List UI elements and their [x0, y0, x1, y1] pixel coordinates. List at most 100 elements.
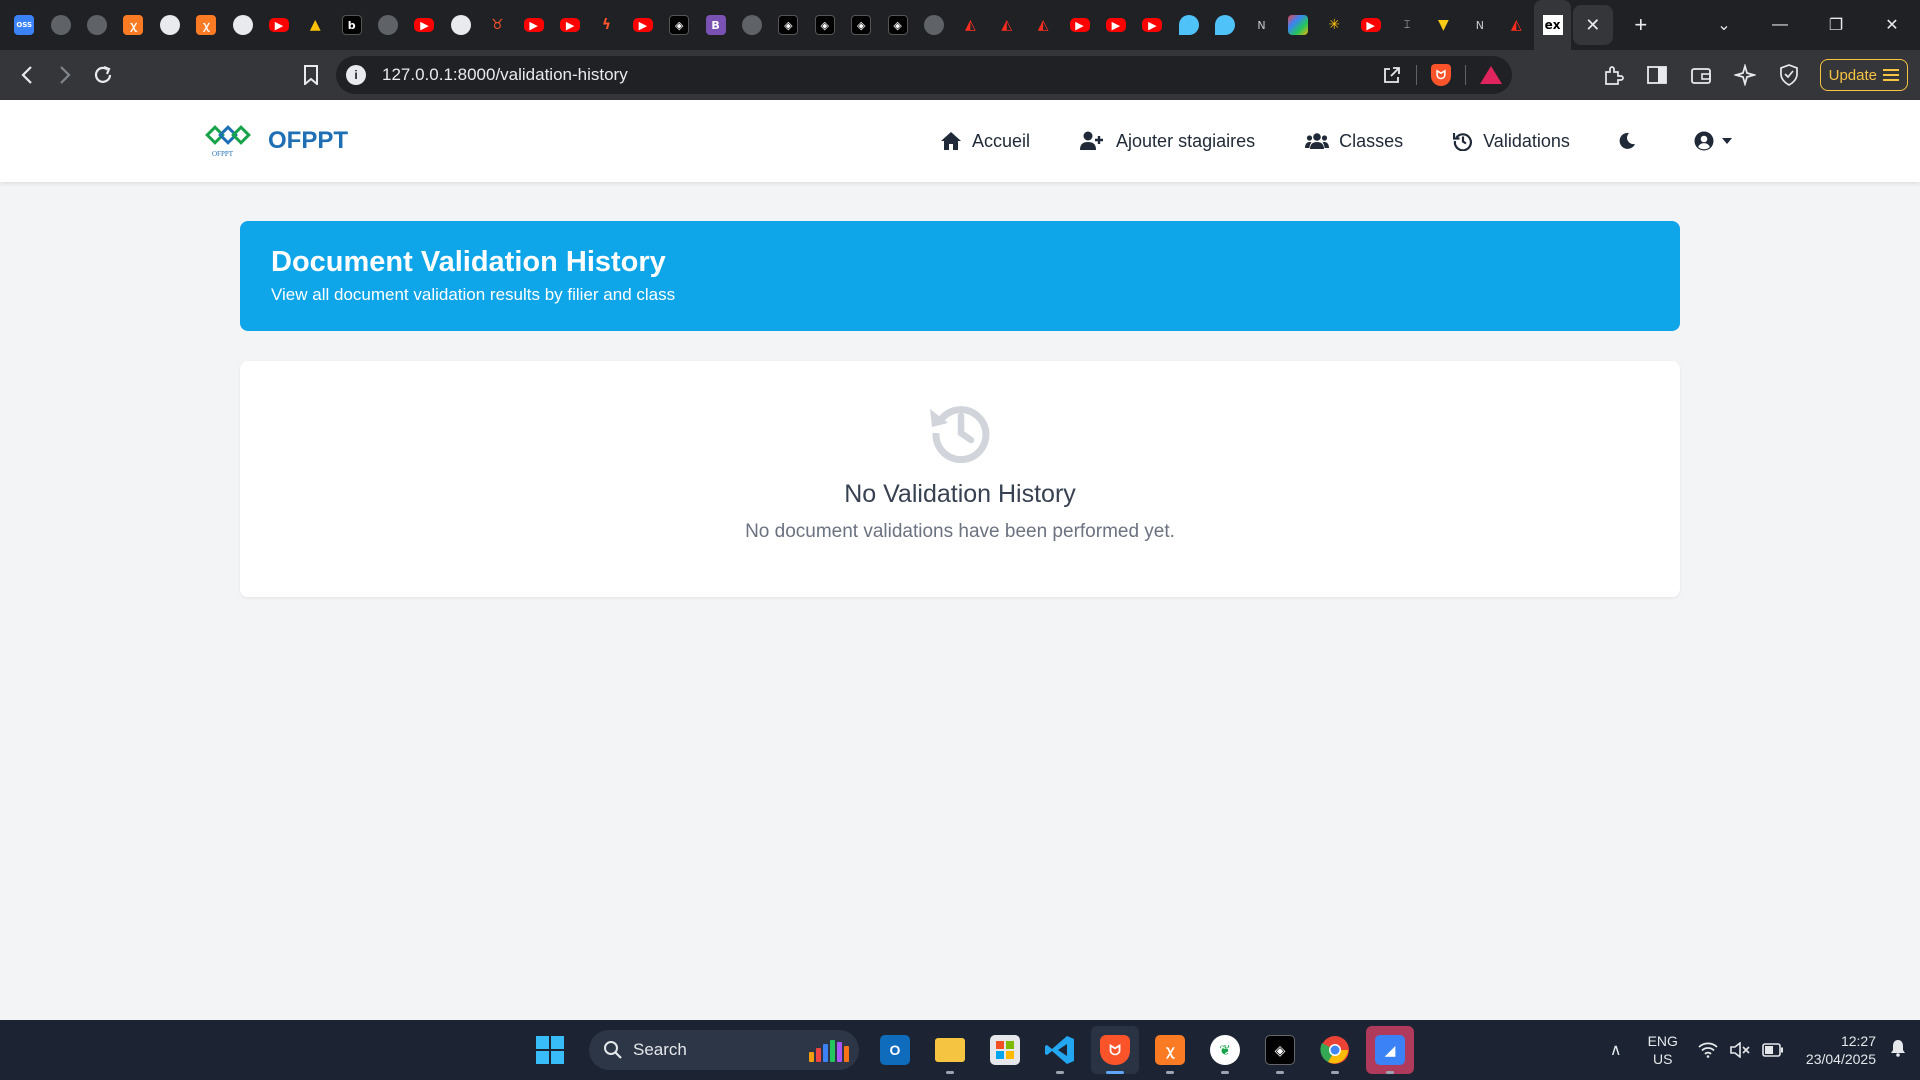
chevron-up-icon[interactable]: ∧ [1610, 1040, 1622, 1060]
browser-tab[interactable]: ▶ [406, 0, 442, 50]
browser-tab[interactable] [1207, 0, 1243, 50]
brave-app[interactable]: ᗢ [1091, 1026, 1139, 1074]
browser-tab[interactable]: ϟ [588, 0, 624, 50]
close-tab-button[interactable]: ✕ [1572, 5, 1613, 45]
browser-tab[interactable]: ♉ [479, 0, 515, 50]
browser-tab[interactable] [79, 0, 115, 50]
browser-tab[interactable] [224, 0, 260, 50]
browser-tab[interactable]: ꭓ [115, 0, 151, 50]
browser-tab[interactable]: ▶ [552, 0, 588, 50]
laravel-icon: ◭ [1001, 17, 1013, 33]
address-bar[interactable]: i 127.0.0.1:8000/validation-history ᗢ [336, 56, 1512, 94]
browser-tab[interactable]: ▶ [1134, 0, 1170, 50]
user-circle-icon [1694, 131, 1714, 151]
browser-tab[interactable] [42, 0, 78, 50]
browser-tab[interactable]: ▶ [515, 0, 551, 50]
start-button[interactable] [526, 1026, 574, 1074]
leo-ai-icon[interactable] [1726, 56, 1764, 94]
minimize-button[interactable]: — [1752, 0, 1808, 50]
browser-tab[interactable] [916, 0, 952, 50]
mongodb-app[interactable]: ❦ [1201, 1026, 1249, 1074]
brave-shields-icon[interactable]: ᗢ [1431, 64, 1451, 86]
terminal-app[interactable]: ◈ [1256, 1026, 1304, 1074]
theme-toggle-button[interactable] [1618, 132, 1636, 150]
clock[interactable]: 12:27 23/04/2025 [1806, 1032, 1876, 1068]
nav-validations[interactable]: Validations [1453, 131, 1570, 152]
browser-tab[interactable]: OSS [6, 0, 42, 50]
youtube-icon: ▶ [1360, 18, 1381, 32]
nav-add-trainees[interactable]: Ajouter stagiaires [1080, 131, 1255, 152]
browser-tab[interactable]: ▶ [261, 0, 297, 50]
browser-tab[interactable]: ◭ [1025, 0, 1061, 50]
update-button[interactable]: Update [1819, 59, 1908, 91]
browser-tab[interactable]: ꭓ [188, 0, 224, 50]
browser-tab[interactable]: ▶ [625, 0, 661, 50]
browser-tab[interactable]: ▼ [1425, 0, 1461, 50]
nav-home[interactable]: Accueil [940, 131, 1030, 152]
browser-tab[interactable] [1280, 0, 1316, 50]
browser-tab[interactable] [370, 0, 406, 50]
browser-tab[interactable]: ⌶ [1389, 0, 1425, 50]
outlook-app[interactable]: O [871, 1026, 919, 1074]
xampp-app[interactable]: ꭓ [1146, 1026, 1194, 1074]
browser-tab[interactable]: ◈ [770, 0, 806, 50]
restore-button[interactable]: ❐ [1808, 0, 1864, 50]
chrome-app[interactable] [1311, 1026, 1359, 1074]
browser-tab[interactable] [1171, 0, 1207, 50]
site-navbar: OFPPT OFPPT Accueil Ajouter stagiaires C… [0, 100, 1920, 182]
address-url[interactable]: 127.0.0.1:8000/validation-history [382, 65, 628, 85]
browser-tab[interactable]: ▶ [1098, 0, 1134, 50]
running-indicator [1166, 1071, 1174, 1074]
browser-tab[interactable]: ◭ [1498, 0, 1534, 50]
browser-tab[interactable]: ◈ [843, 0, 879, 50]
quick-settings[interactable] [1698, 1042, 1784, 1058]
browser-tab[interactable]: ex [1534, 0, 1571, 50]
browser-tab[interactable]: ✳ [1316, 0, 1352, 50]
photos-app[interactable]: ◢ [1366, 1026, 1414, 1074]
browser-tab[interactable]: ▲ [297, 0, 333, 50]
browser-tab[interactable]: N [1462, 0, 1498, 50]
browser-tab[interactable] [152, 0, 188, 50]
user-menu-button[interactable] [1694, 131, 1732, 151]
browser-tab[interactable]: ◭ [989, 0, 1025, 50]
back-button[interactable] [8, 56, 46, 94]
main-nav: Accueil Ajouter stagiaires Classes Valid… [940, 100, 1782, 182]
browser-tab[interactable]: ▶ [1352, 0, 1388, 50]
nav-classes[interactable]: Classes [1305, 131, 1403, 152]
laravel-icon: ◭ [1510, 17, 1522, 33]
reload-button[interactable] [84, 56, 122, 94]
tab-search-icon[interactable]: ⌄ [1696, 0, 1752, 50]
clock-date: 23/04/2025 [1805, 1051, 1876, 1067]
file-explorer-app[interactable] [926, 1026, 974, 1074]
browser-tab[interactable]: ◈ [661, 0, 697, 50]
language-indicator[interactable]: ENG US [1648, 1032, 1678, 1068]
taskbar-search[interactable]: Search [589, 1030, 859, 1070]
browser-tab[interactable]: ◈ [807, 0, 843, 50]
brave-rewards-icon[interactable] [1480, 66, 1502, 84]
extensions-icon[interactable] [1594, 56, 1632, 94]
bookmark-button[interactable] [292, 56, 330, 94]
wallet-icon[interactable] [1682, 56, 1720, 94]
browser-tab[interactable]: ◈ [879, 0, 915, 50]
close-window-button[interactable]: ✕ [1864, 0, 1920, 50]
notification-bell-icon[interactable] [1890, 1039, 1906, 1062]
browser-tab[interactable]: B [697, 0, 733, 50]
browser-tab[interactable]: ◭ [952, 0, 988, 50]
new-tab-button[interactable]: + [1621, 5, 1661, 45]
site-info-icon[interactable]: i [346, 65, 366, 85]
sidebar-icon[interactable] [1638, 56, 1676, 94]
vpn-icon[interactable] [1770, 56, 1808, 94]
store-app[interactable] [981, 1026, 1029, 1074]
browser-tab[interactable]: N [1243, 0, 1279, 50]
browser-tab[interactable]: ▶ [1061, 0, 1097, 50]
browser-tab[interactable]: b [334, 0, 370, 50]
browser-tab[interactable] [734, 0, 770, 50]
outlook-icon: O [880, 1035, 910, 1065]
brand-link[interactable]: OFPPT OFPPT [205, 124, 348, 158]
browser-tab[interactable] [443, 0, 479, 50]
vscode-app[interactable] [1036, 1026, 1084, 1074]
share-icon[interactable] [1382, 65, 1402, 85]
youtube-icon: ▶ [632, 18, 653, 32]
bull-icon: ♉ [490, 17, 504, 33]
forward-button[interactable] [46, 56, 84, 94]
